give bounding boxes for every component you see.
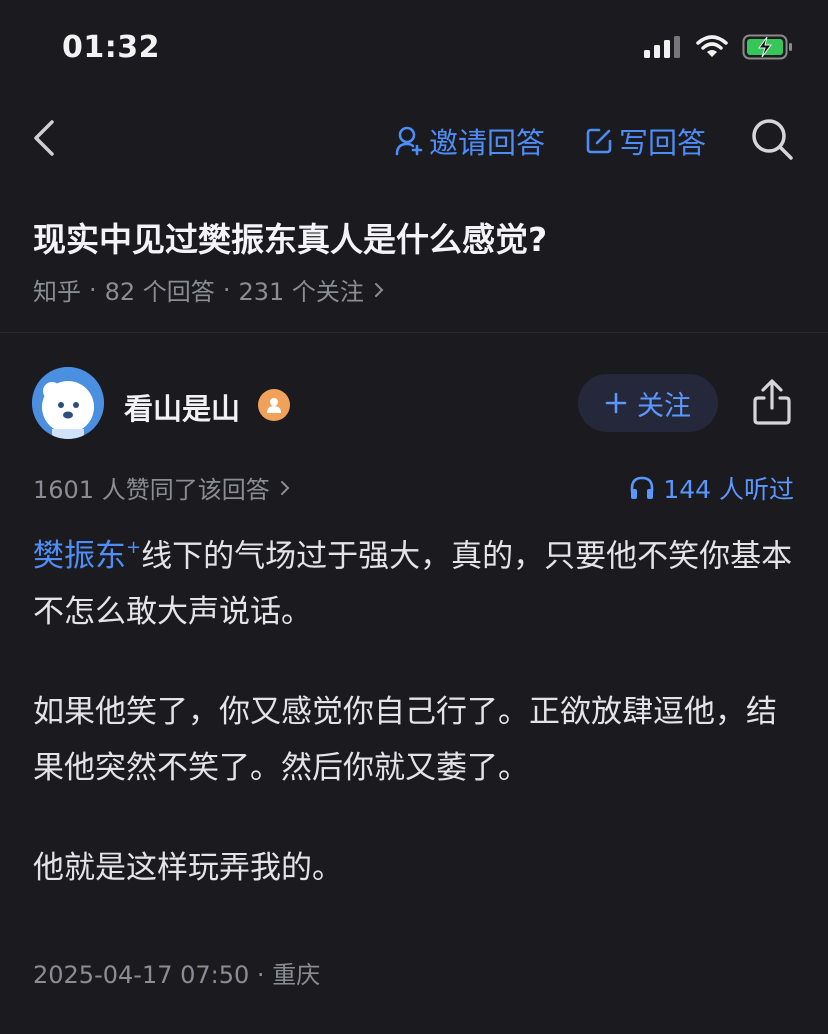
person-add-icon bbox=[395, 126, 423, 156]
write-answer-button[interactable]: 写回答 bbox=[585, 120, 706, 162]
edit-icon bbox=[586, 128, 612, 154]
status-time: 01:32 bbox=[62, 30, 160, 65]
meta-separator: · bbox=[222, 275, 231, 304]
answer-footer: 2025-04-17 07:50 · 重庆 bbox=[33, 955, 320, 990]
avatar-illustration-icon bbox=[32, 367, 104, 439]
answer-paragraph: 樊振东+线下的气场过于强大，真的，只要他不笑你基本不怎么敢大声说话。 bbox=[33, 522, 793, 640]
invite-answer-button[interactable]: 邀请回答 bbox=[395, 120, 545, 162]
question-meta[interactable]: 知乎 · 82 个回答 · 231 个关注 bbox=[33, 272, 386, 307]
author-name[interactable]: 看山是山 bbox=[124, 386, 240, 428]
topic-link[interactable]: 樊振东+ bbox=[33, 537, 142, 575]
likes-text: 1601 人赞同了该回答 bbox=[33, 476, 270, 504]
question-source: 知乎 bbox=[33, 278, 81, 306]
answer-paragraph: 如果他笑了，你又感觉你自己行了。正欲放肆逗他，结果他突然不笑了。然后你就又萎了。 bbox=[33, 694, 777, 787]
status-icons bbox=[644, 34, 794, 60]
listens-text: 144 人听过 bbox=[663, 475, 794, 504]
footer-separator: · bbox=[256, 961, 265, 989]
plus-icon bbox=[605, 392, 627, 414]
answer-body: 樊振东+线下的气场过于强大，真的，只要他不笑你基本不怎么敢大声说话。 如果他笑了… bbox=[33, 522, 793, 940]
author-avatar[interactable] bbox=[32, 367, 104, 439]
search-icon[interactable] bbox=[748, 115, 796, 163]
answer-datetime: 2025-04-17 07:50 bbox=[33, 961, 250, 989]
topic-link-mark: + bbox=[126, 537, 142, 558]
topic-link-text: 樊振东 bbox=[33, 538, 126, 575]
answer-paragraph: 他就是这样玩弄我的。 bbox=[33, 850, 343, 887]
divider bbox=[0, 332, 828, 333]
wifi-icon bbox=[696, 35, 728, 57]
battery-charging-icon bbox=[742, 34, 792, 60]
chevron-right-icon bbox=[280, 480, 290, 495]
user-badge-icon bbox=[267, 398, 281, 413]
headphones-icon bbox=[631, 476, 654, 499]
answer-location: 重庆 bbox=[272, 961, 321, 989]
back-chevron-icon[interactable] bbox=[28, 116, 68, 160]
cellular-signal-icon bbox=[644, 36, 680, 58]
write-answer-label: 写回答 bbox=[619, 126, 707, 160]
follow-label: 关注 bbox=[637, 390, 691, 422]
answer-count: 82 个回答 bbox=[104, 278, 215, 306]
follower-count: 231 个关注 bbox=[238, 278, 364, 306]
share-icon[interactable] bbox=[750, 378, 794, 426]
follow-button[interactable]: 关注 bbox=[578, 374, 718, 432]
question-title[interactable]: 现实中见过樊振东真人是什么感觉? bbox=[33, 213, 547, 261]
listen-button[interactable]: 144 人听过 bbox=[629, 470, 794, 506]
chevron-right-icon bbox=[374, 282, 384, 297]
author-badge bbox=[258, 389, 290, 421]
paragraph-1-text: 线下的气场过于强大，真的，只要他不笑你基本不怎么敢大声说话。 bbox=[33, 538, 793, 631]
invite-answer-label: 邀请回答 bbox=[429, 126, 546, 160]
meta-separator: · bbox=[89, 275, 97, 304]
likes-link[interactable]: 1601 人赞同了该回答 bbox=[33, 470, 292, 505]
